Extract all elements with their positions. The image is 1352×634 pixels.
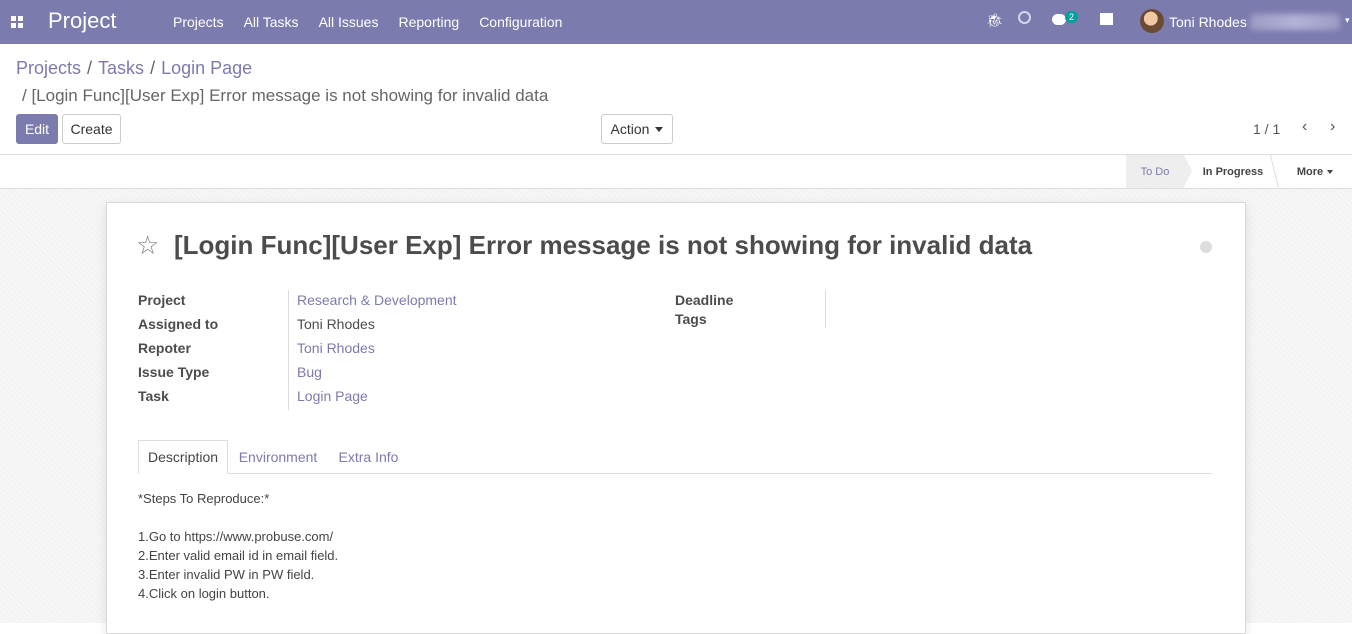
messages-count-badge: 2	[1065, 11, 1079, 23]
stage-to-do[interactable]: To Do	[1126, 155, 1192, 188]
breadcrumb: Projects / Tasks / Login Page	[16, 58, 252, 79]
description-step-2: 2.Enter valid email id in email field.	[138, 548, 339, 563]
notebook-tabs: Description Environment Extra Info	[138, 440, 1212, 474]
menu-all-tasks[interactable]: All Tasks	[244, 14, 299, 30]
user-menu-caret-icon[interactable]: ▾	[1345, 15, 1350, 26]
tab-description[interactable]: Description	[138, 440, 228, 474]
top-navbar: Project Projects All Tasks All Issues Re…	[0, 0, 1352, 44]
pager-previous-icon[interactable]: ‹	[1302, 118, 1307, 136]
tags-label: Tags	[675, 311, 707, 327]
pager-value: 1 / 1	[1253, 121, 1281, 137]
user-avatar[interactable]	[1140, 9, 1164, 33]
apps-menu-icon[interactable]	[11, 16, 23, 28]
reporter-label: Repoter	[138, 340, 191, 356]
caret-down-icon	[1327, 169, 1334, 174]
assigned-to-value: Toni Rhodes	[297, 316, 375, 332]
pager-next-icon[interactable]: ›	[1330, 118, 1335, 136]
priority-star-icon[interactable]: ☆	[136, 230, 159, 261]
tab-environment[interactable]: Environment	[233, 440, 323, 473]
menu-configuration[interactable]: Configuration	[479, 14, 562, 30]
menu-all-issues[interactable]: All Issues	[319, 14, 379, 30]
user-name[interactable]: Toni Rhodes	[1169, 14, 1247, 30]
description-step-4: 4.Click on login button.	[138, 586, 270, 601]
breadcrumb-current-record: / [Login Func][User Exp] Error message i…	[22, 86, 549, 105]
deadline-label: Deadline	[675, 292, 734, 308]
caret-down-icon	[655, 126, 664, 132]
breadcrumb-login-page[interactable]: Login Page	[161, 58, 252, 78]
stage-more-dropdown[interactable]: More	[1282, 155, 1348, 188]
edit-button[interactable]: Edit	[16, 114, 58, 144]
main-menu: Projects All Tasks All Issues Reporting …	[173, 14, 582, 30]
task-label: Task	[138, 388, 169, 404]
action-label: Action	[610, 121, 650, 137]
breadcrumb-separator: /	[150, 58, 156, 78]
statusbar: To Do In Progress More	[0, 155, 1352, 189]
kanban-state-icon[interactable]	[1200, 241, 1212, 253]
reporter-value[interactable]: Toni Rhodes	[297, 340, 375, 356]
activity-clock-icon[interactable]	[1018, 11, 1031, 24]
description-heading: *Steps To Reproduce:*	[138, 491, 270, 506]
messages-icon[interactable]	[1052, 14, 1066, 25]
menu-projects[interactable]: Projects	[173, 14, 224, 30]
menu-reporting[interactable]: Reporting	[398, 14, 459, 30]
stage-in-progress[interactable]: In Progress	[1192, 155, 1274, 188]
issue-type-label: Issue Type	[138, 364, 210, 380]
field-separator-line	[825, 290, 826, 328]
bug-icon[interactable]: 🐞︎	[986, 12, 1004, 29]
field-separator-line	[288, 290, 289, 410]
record-title: [Login Func][User Exp] Error message is …	[174, 230, 1033, 260]
breadcrumb-projects[interactable]: Projects	[16, 58, 81, 78]
task-value[interactable]: Login Page	[297, 388, 368, 404]
project-label: Project	[138, 292, 186, 308]
issue-type-value[interactable]: Bug	[297, 364, 322, 380]
gift-icon[interactable]	[1100, 13, 1113, 25]
breadcrumb-tasks[interactable]: Tasks	[98, 58, 144, 78]
assigned-to-label: Assigned to	[138, 316, 219, 332]
action-dropdown-button[interactable]: Action	[601, 114, 673, 144]
breadcrumb-separator: /	[87, 58, 93, 78]
project-value[interactable]: Research & Development	[297, 292, 457, 308]
app-title: Project	[48, 8, 117, 33]
more-label: More	[1296, 165, 1324, 178]
description-step-3: 3.Enter invalid PW in PW field.	[138, 567, 315, 582]
tab-extra-info[interactable]: Extra Info	[331, 440, 406, 473]
create-button[interactable]: Create	[62, 114, 121, 144]
description-step-1: 1.Go to https://www.probuse.com/	[138, 529, 334, 544]
blurred-company-name	[1250, 14, 1340, 30]
